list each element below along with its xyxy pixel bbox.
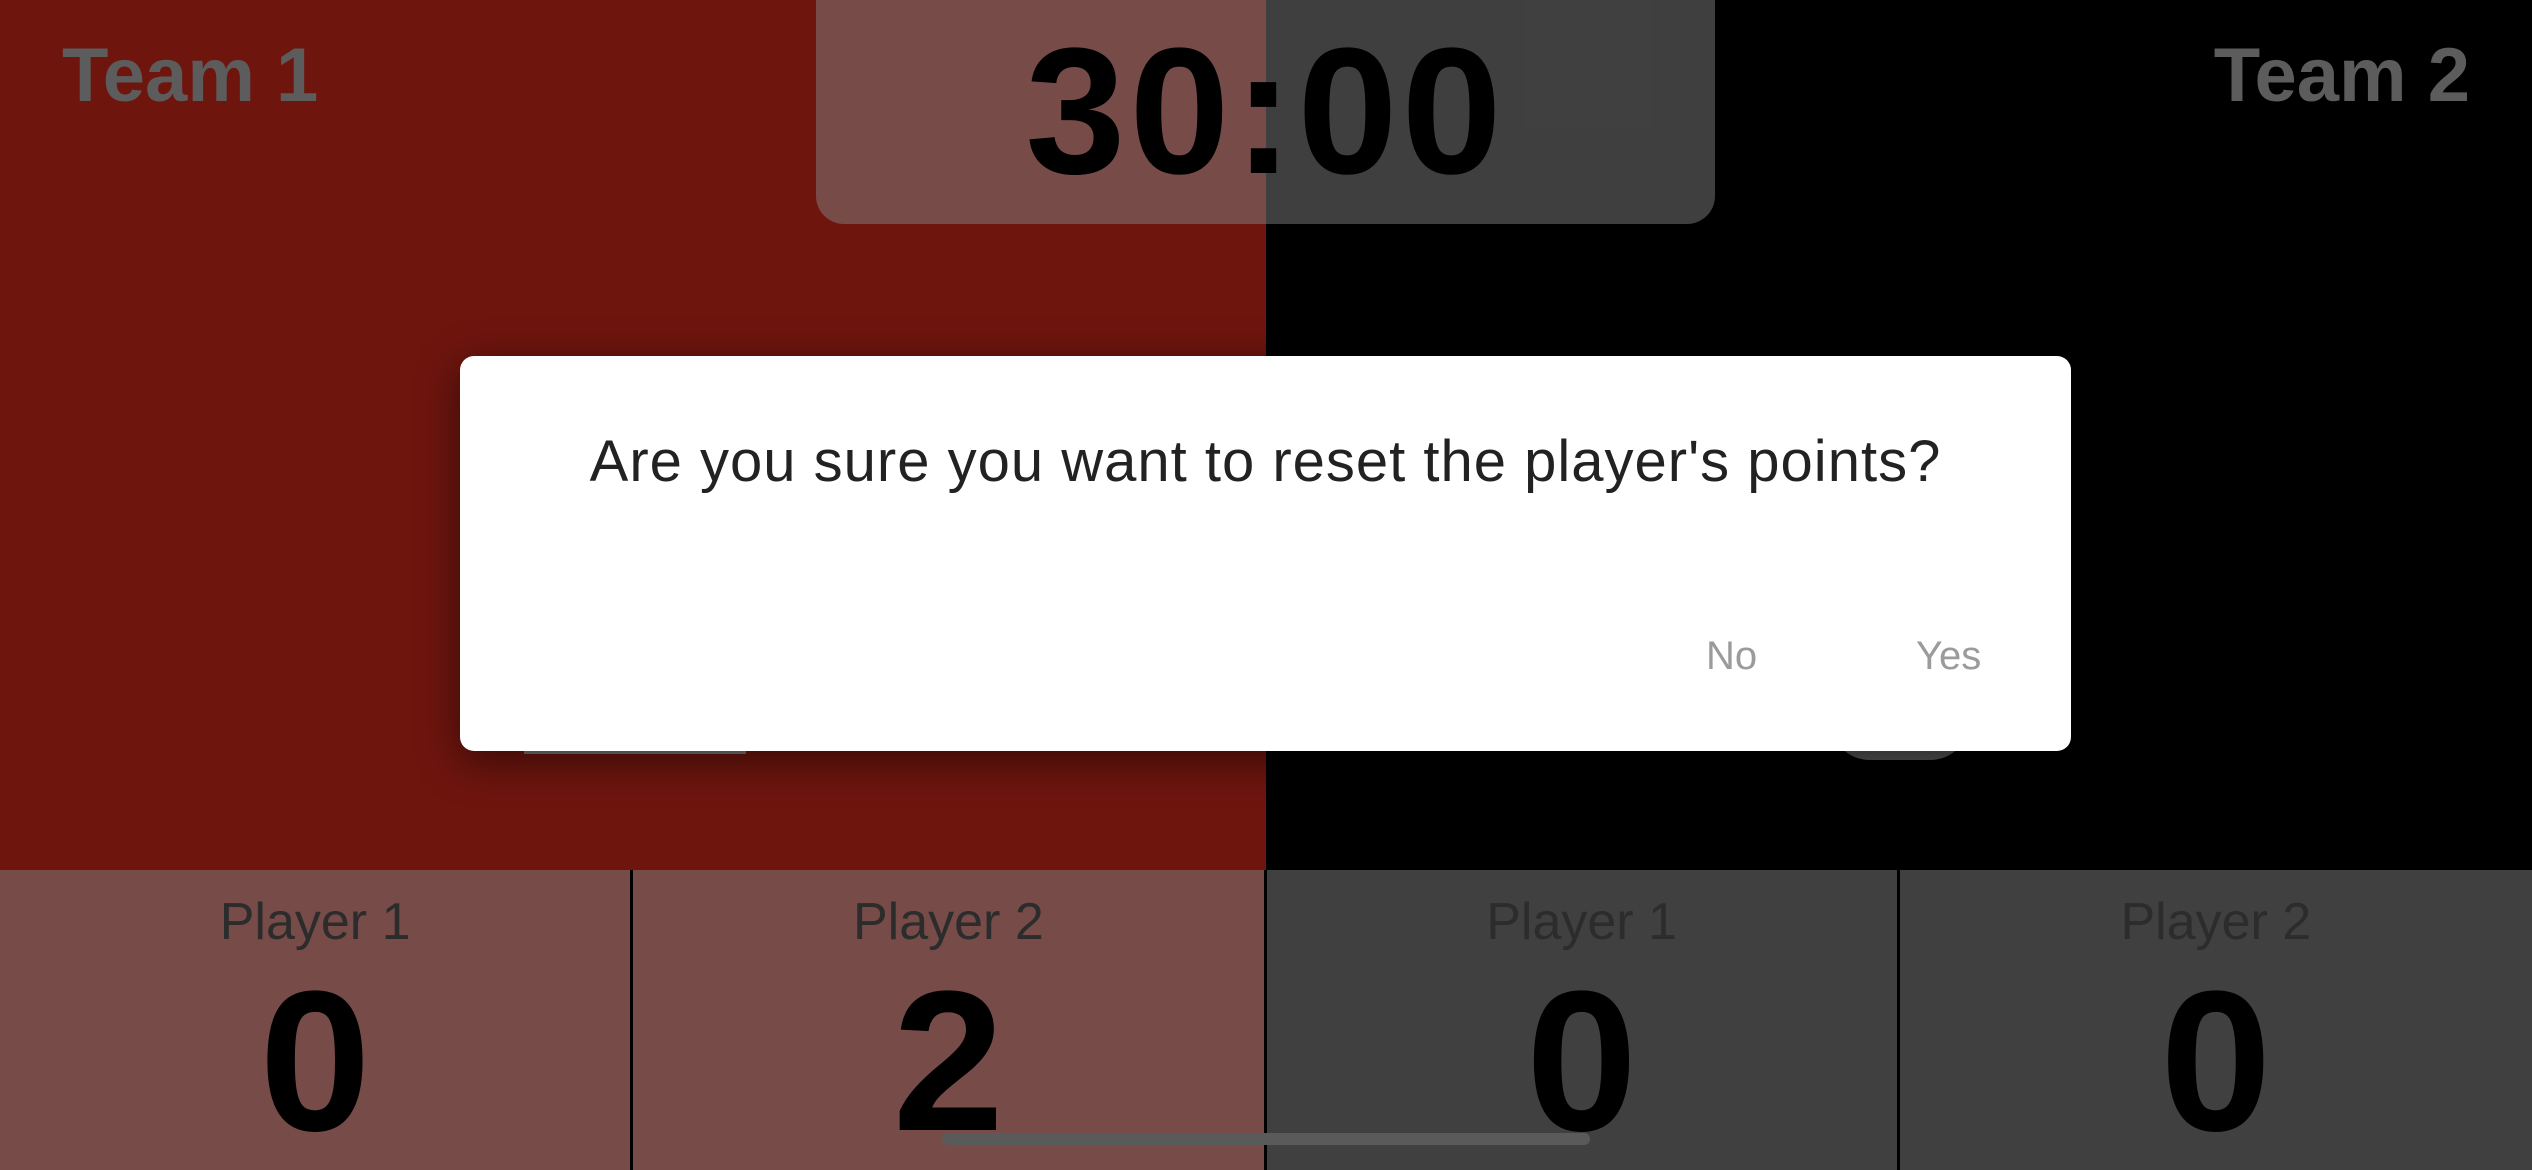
dialog-message: Are you sure you want to reset the playe… (589, 429, 1942, 494)
reset-points-dialog: Are you sure you want to reset the playe… (460, 356, 2071, 751)
scoreboard-screen: Team 1 Team 2 30:00 Player 1 0 Player 2 … (0, 0, 2532, 1170)
no-button[interactable]: No (1696, 628, 1767, 685)
yes-button[interactable]: Yes (1906, 628, 1991, 685)
home-indicator[interactable] (942, 1133, 1590, 1145)
